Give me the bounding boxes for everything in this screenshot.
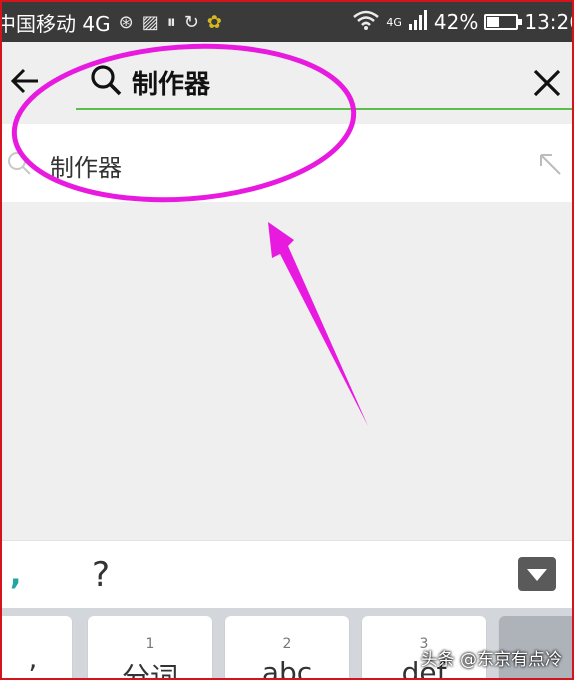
back-arrow-icon[interactable] <box>10 64 40 98</box>
search-input[interactable] <box>132 64 492 100</box>
key-comma[interactable]: , <box>2 616 72 678</box>
key-fenci[interactable]: 1 分词 <box>88 616 212 680</box>
search-input-underline <box>76 108 572 110</box>
network-type-badge: 4G <box>386 15 402 29</box>
candidate-comma[interactable]: , <box>10 557 21 592</box>
key-number: 2 <box>282 636 292 652</box>
search-header <box>2 42 572 122</box>
key-label: , <box>28 642 38 675</box>
key-label: abc <box>261 656 313 680</box>
battery-icon <box>484 14 523 30</box>
watermark: 头条 @东京有点冷 <box>420 650 562 670</box>
carrier-label: 中国移动 4G <box>0 11 111 36</box>
keyboard-candidate-bar: , ? <box>2 540 572 609</box>
fill-query-arrow-icon[interactable] <box>538 152 562 176</box>
hide-keyboard-icon[interactable] <box>518 557 556 591</box>
close-icon[interactable] <box>532 68 562 98</box>
app-notification-icon: ✿ <box>206 11 222 33</box>
suggestion-item[interactable]: 制作器 <box>2 124 572 202</box>
status-bar: 中国移动 4G ⊛ ▨ ⏸ ↻ ✿ 4G 42% 13:26 <box>0 2 572 42</box>
results-area <box>2 202 572 540</box>
key-abc[interactable]: 2 abc <box>225 616 349 680</box>
wifi-icon <box>352 10 380 35</box>
candidate-question-mark[interactable]: ? <box>92 555 110 595</box>
search-icon <box>8 152 31 175</box>
sync-icon: ⊛ <box>118 11 134 33</box>
screen-frame: 中国移动 4G ⊛ ▨ ⏸ ↻ ✿ 4G 42% 13:26 <box>0 0 574 680</box>
search-icon <box>91 65 122 96</box>
pause-icon: ⏸ <box>166 11 176 33</box>
image-icon: ▨ <box>141 11 159 33</box>
suggestion-text: 制作器 <box>50 154 122 182</box>
key-number: 1 <box>145 636 155 652</box>
refresh-icon: ↻ <box>183 11 199 33</box>
battery-percent: 42% <box>433 10 479 34</box>
signal-icon <box>408 9 428 35</box>
key-label: 分词 <box>121 661 178 680</box>
clock: 13:26 <box>524 10 572 34</box>
